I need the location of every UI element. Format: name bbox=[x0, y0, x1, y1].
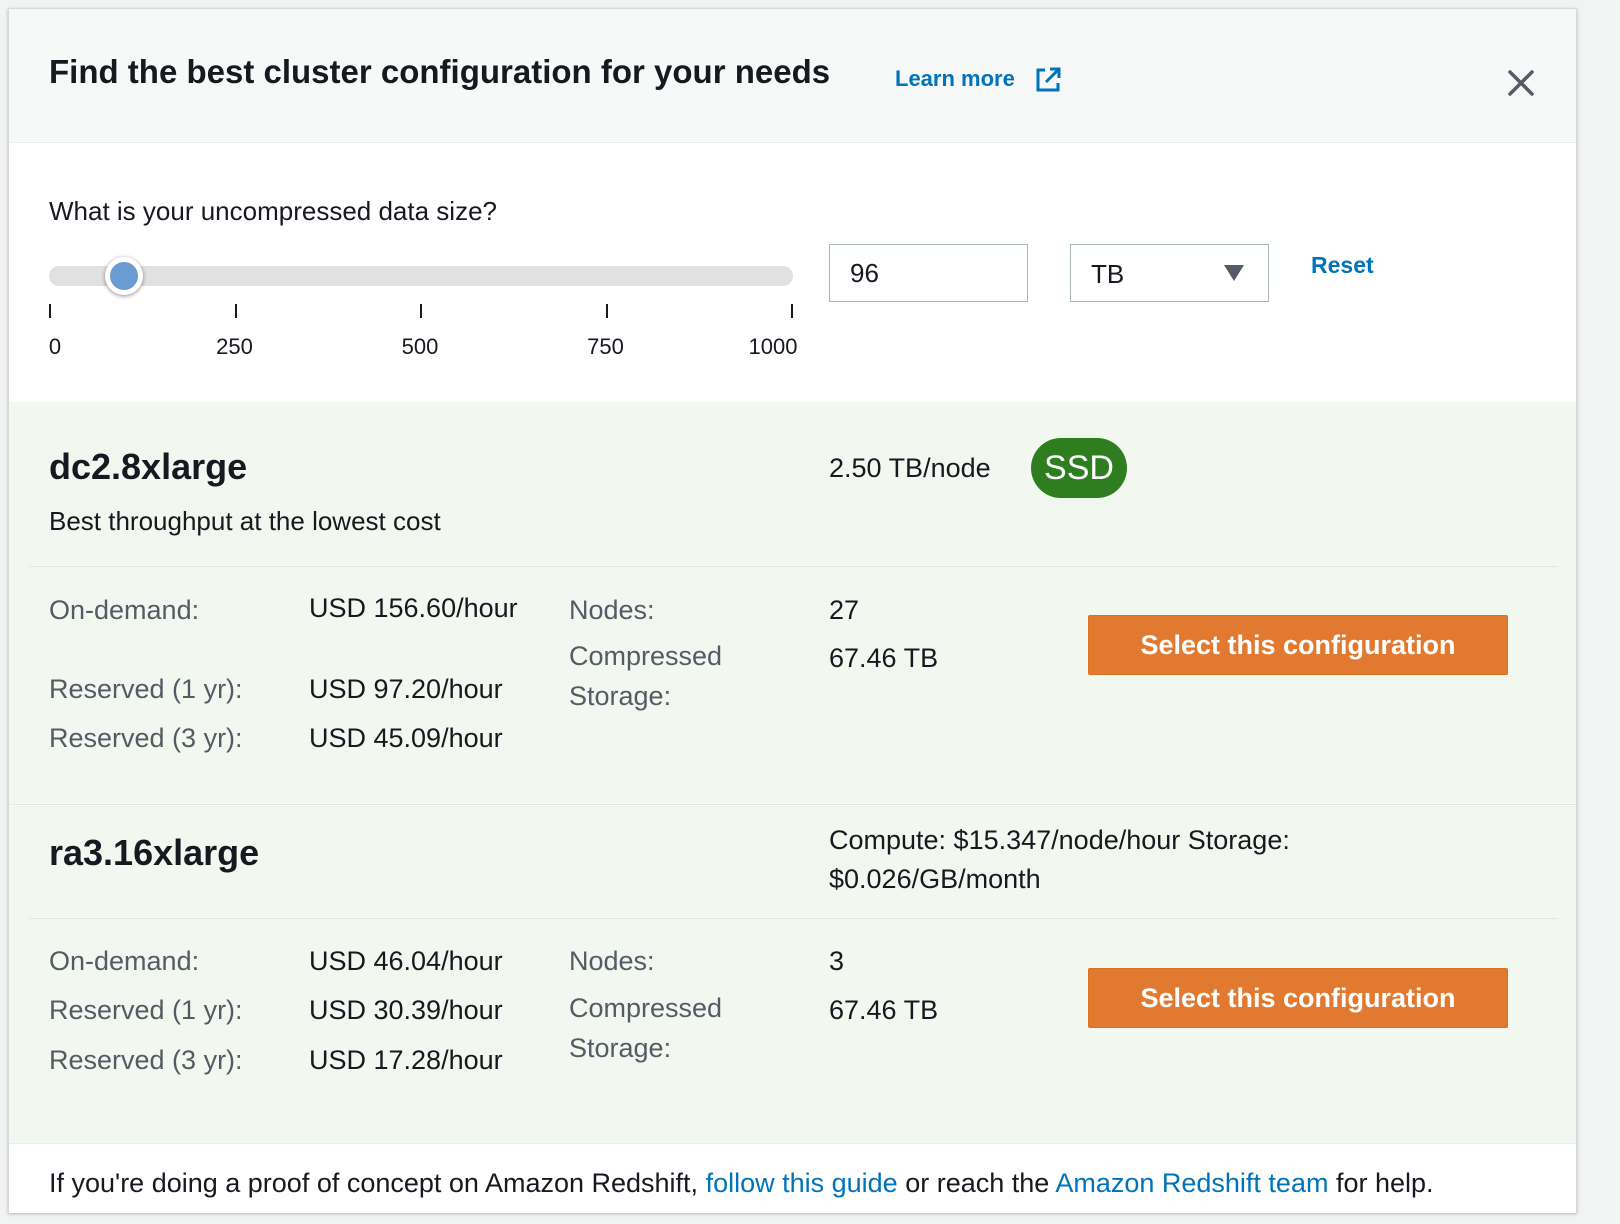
select-config-button[interactable]: Select this configuration bbox=[1088, 968, 1508, 1028]
slider-tick bbox=[234, 304, 237, 318]
reserved-1yr-price: USD 30.39/hour bbox=[309, 995, 503, 1025]
on-demand-price: USD 46.04/hour bbox=[309, 946, 503, 976]
modal-header: Find the best cluster configuration for … bbox=[9, 9, 1576, 143]
compressed-storage-value: 67.46 TB bbox=[829, 643, 939, 673]
compressed-storage-label: Compressed Storage: bbox=[569, 641, 723, 711]
reserved-3yr-price: USD 17.28/hour bbox=[309, 1045, 503, 1075]
external-link-icon[interactable] bbox=[1033, 65, 1063, 95]
on-demand-label: On-demand: bbox=[49, 946, 200, 976]
slider-tick-label: 250 bbox=[216, 334, 253, 359]
reserved-1yr-label: Reserved (1 yr): bbox=[49, 995, 243, 1025]
config-card-dc2-8xlarge: dc2.8xlarge Best throughput at the lowes… bbox=[9, 402, 1576, 805]
slider-tick-label: 0 bbox=[48, 334, 62, 359]
footer-suffix: for help. bbox=[1335, 1168, 1434, 1198]
on-demand-price: USD 156.60/hour bbox=[309, 593, 518, 623]
slider-tick bbox=[49, 304, 51, 318]
reserved-1yr-price: USD 97.20/hour bbox=[309, 674, 503, 704]
data-size-section: What is your uncompressed data size? 0 25… bbox=[9, 144, 1576, 402]
data-size-slider-thumb[interactable] bbox=[104, 257, 143, 295]
select-config-button[interactable]: Select this configuration bbox=[1088, 615, 1508, 675]
modal-footer: If you're doing a proof of concept on Am… bbox=[9, 1143, 1576, 1213]
slider-tick-label: 500 bbox=[401, 334, 439, 359]
config-card-ra3-16xlarge: ra3.16xlarge Compute: $15.347/node/hour … bbox=[9, 806, 1576, 1143]
divider bbox=[29, 566, 1558, 567]
slider-tick-label: 1000 bbox=[748, 334, 798, 359]
compressed-storage-value: 67.46 TB bbox=[829, 995, 939, 1025]
reserved-3yr-price: USD 45.09/hour bbox=[309, 723, 503, 753]
footer-prefix: If you're doing a proof of concept on Am… bbox=[49, 1168, 699, 1198]
slider-tick-label: 750 bbox=[587, 334, 624, 359]
slider-tick bbox=[605, 304, 608, 318]
data-size-input[interactable]: 96 bbox=[829, 244, 1028, 302]
on-demand-label: On-demand: bbox=[49, 595, 200, 625]
data-size-question: What is your uncompressed data size? bbox=[49, 196, 497, 226]
redshift-team-link[interactable]: Amazon Redshift team bbox=[1055, 1168, 1328, 1198]
compressed-storage-label: Compressed Storage: bbox=[569, 993, 723, 1063]
slider-tick bbox=[420, 304, 422, 318]
footer-text: If you're doing a proof of concept on Am… bbox=[49, 1168, 1434, 1199]
nodes-value: 27 bbox=[829, 595, 860, 625]
caret-down-icon bbox=[1224, 265, 1244, 281]
reserved-3yr-label: Reserved (3 yr): bbox=[49, 723, 243, 753]
storage-per-node: 2.50 TB/node bbox=[829, 453, 991, 483]
modal-title: Find the best cluster configuration for … bbox=[49, 53, 831, 90]
reset-link[interactable]: Reset bbox=[1311, 252, 1374, 279]
data-size-slider-track[interactable] bbox=[49, 266, 793, 286]
unit-select[interactable]: TB bbox=[1070, 244, 1269, 302]
nodes-value: 3 bbox=[829, 946, 845, 976]
learn-more-link[interactable]: Learn more bbox=[895, 66, 1015, 92]
follow-guide-link[interactable]: follow this guide bbox=[706, 1168, 898, 1198]
close-icon[interactable] bbox=[1504, 66, 1538, 100]
divider bbox=[29, 918, 1558, 919]
cluster-config-modal: Find the best cluster configuration for … bbox=[8, 8, 1577, 1213]
reserved-1yr-label: Reserved (1 yr): bbox=[49, 674, 243, 704]
nodes-label: Nodes: bbox=[569, 595, 655, 625]
node-type-name: ra3.16xlarge bbox=[49, 832, 260, 873]
node-type-name: dc2.8xlarge bbox=[49, 446, 248, 487]
node-type-subtitle: Best throughput at the lowest cost bbox=[49, 506, 441, 536]
footer-middle: or reach the bbox=[905, 1168, 1050, 1198]
ssd-badge: SSD bbox=[1031, 438, 1127, 498]
slider-tick bbox=[791, 304, 793, 318]
reserved-3yr-label: Reserved (3 yr): bbox=[49, 1045, 243, 1075]
node-pricing: Compute: $15.347/node/hour Storage: $0.0… bbox=[829, 825, 1290, 894]
unit-select-value: TB bbox=[1091, 259, 1125, 289]
nodes-label: Nodes: bbox=[569, 946, 655, 976]
